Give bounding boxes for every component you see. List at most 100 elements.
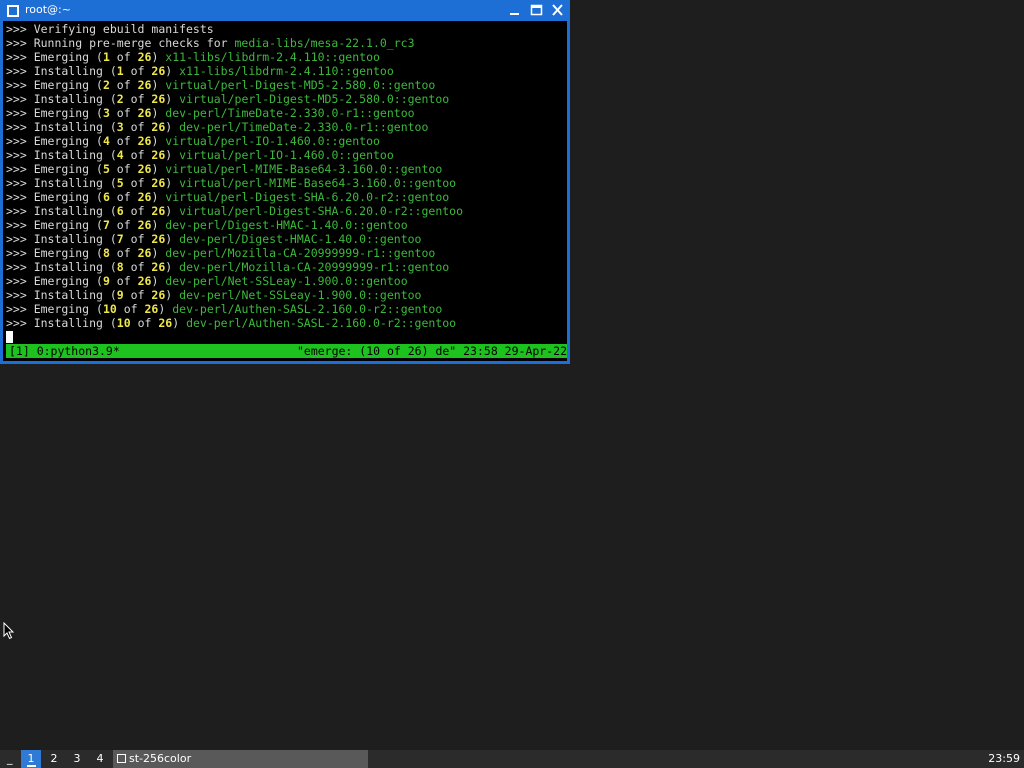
progress-number: 26 [151, 120, 166, 134]
output-text: of [109, 106, 138, 120]
output-text: ) [165, 148, 180, 162]
output-text: >>> Installing ( [6, 316, 117, 330]
output-text: ) [165, 288, 180, 302]
output-text: >>> Installing ( [6, 176, 117, 190]
output-text: of [123, 120, 152, 134]
terminal-output[interactable]: >>> Verifying ebuild manifests >>> Runnin… [3, 21, 567, 361]
output-text: >>> Emerging ( [6, 162, 103, 176]
terminal-line: >>> Installing (6 of 26) virtual/perl-Di… [6, 204, 463, 218]
start-menu-button[interactable]: _ [7, 752, 17, 766]
terminal-line: >>> Emerging (6 of 26) virtual/perl-Dige… [6, 190, 463, 204]
window-titlebar[interactable]: root@:~ [0, 0, 570, 21]
progress-number: 26 [151, 260, 166, 274]
workspace-2-button[interactable]: 2 [44, 750, 64, 768]
output-text: ) [151, 218, 166, 232]
tmux-status-bar: [1] 0:python3.9* "emerge: (10 of 26) de"… [6, 344, 567, 358]
terminal-line: >>> Installing (8 of 26) dev-perl/Mozill… [6, 260, 463, 274]
output-text: of [123, 64, 152, 78]
terminal-line: >>> Installing (7 of 26) dev-perl/Digest… [6, 232, 463, 246]
output-text: ) [172, 316, 187, 330]
progress-number: 26 [151, 176, 166, 190]
package-name: dev-perl/Authen-SASL-2.160.0-r2::gentoo [186, 316, 457, 330]
status-window-list: [1] 0:python3.9* [9, 344, 120, 358]
output-text: of [109, 246, 138, 260]
package-name: x11-libs/libdrm-2.4.110::gentoo [165, 50, 380, 64]
terminal-line: >>> Installing (3 of 26) dev-perl/TimeDa… [6, 120, 463, 134]
minimize-button[interactable] [507, 3, 523, 18]
terminal-line: >>> Emerging (9 of 26) dev-perl/Net-SSLe… [6, 274, 463, 288]
output-text: ) [151, 190, 166, 204]
close-button[interactable] [550, 3, 566, 18]
package-name: virtual/perl-Digest-SHA-6.20.0-r2::gento… [165, 190, 450, 204]
progress-number: 26 [158, 316, 173, 330]
window-menu-icon[interactable] [7, 5, 19, 17]
output-text: of [123, 92, 152, 106]
output-text: ) [165, 260, 180, 274]
terminal-line: >>> Installing (2 of 26) virtual/perl-Di… [6, 92, 463, 106]
workspace-3-button[interactable]: 3 [67, 750, 87, 768]
terminal-line: >>> Emerging (4 of 26) virtual/perl-IO-1… [6, 134, 463, 148]
maximize-icon [530, 4, 543, 16]
maximize-button[interactable] [529, 3, 545, 18]
progress-number: 6 [116, 204, 124, 218]
progress-number: 26 [151, 92, 166, 106]
progress-number: 26 [137, 50, 152, 64]
output-text: ) [165, 64, 180, 78]
window-icon [117, 754, 126, 763]
terminal-line: >>> Emerging (1 of 26) x11-libs/libdrm-2… [6, 50, 463, 64]
output-text: of [109, 190, 138, 204]
output-text: ) [165, 232, 180, 246]
output-text: of [109, 78, 138, 92]
terminal-cursor [6, 331, 13, 343]
output-text: >>> Installing ( [6, 288, 117, 302]
workspace-1-button[interactable]: 1 [21, 750, 41, 768]
workspace-4-button[interactable]: 4 [90, 750, 110, 768]
progress-number: 26 [151, 232, 166, 246]
terminal-line: >>> Installing (10 of 26) dev-perl/Authe… [6, 316, 463, 330]
taskbar: _ 1 2 3 4 st-256color 23:59 [0, 750, 1024, 768]
package-name: virtual/perl-MIME-Base64-3.160.0::gentoo [165, 162, 443, 176]
package-name: virtual/perl-IO-1.460.0::gentoo [179, 148, 394, 162]
progress-number: 5 [116, 176, 124, 190]
package-name: virtual/perl-Digest-MD5-2.580.0::gentoo [165, 78, 436, 92]
progress-number: 9 [116, 288, 124, 302]
progress-number: 26 [151, 148, 166, 162]
output-text: of [109, 50, 138, 64]
status-info: "emerge: (10 of 26) de" 23:58 29-Apr-22 [296, 344, 567, 358]
progress-number: 2 [102, 78, 110, 92]
output-text: of [109, 274, 138, 288]
terminal-line: >>> Emerging (5 of 26) virtual/perl-MIME… [6, 162, 463, 176]
output-text: ) [151, 106, 166, 120]
progress-number: 26 [151, 204, 166, 218]
output-text: of [123, 288, 152, 302]
progress-number: 10 [116, 316, 131, 330]
terminal-line: >>> Emerging (7 of 26) dev-perl/Digest-H… [6, 218, 463, 232]
progress-number: 26 [137, 78, 152, 92]
output-text: >>> Emerging ( [6, 302, 103, 316]
progress-number: 7 [116, 232, 124, 246]
package-name: dev-perl/TimeDate-2.330.0-r1::gentoo [179, 120, 429, 134]
progress-number: 10 [102, 302, 117, 316]
output-text: of [123, 204, 152, 218]
output-text: >>> Installing ( [6, 260, 117, 274]
output-text: of [123, 176, 152, 190]
output-text: >>> Installing ( [6, 232, 117, 246]
output-text: >>> Installing ( [6, 204, 117, 218]
output-text: >>> Emerging ( [6, 106, 103, 120]
taskbar-task-terminal[interactable]: st-256color [113, 750, 368, 768]
output-text: >>> Emerging ( [6, 274, 103, 288]
output-text: of [109, 134, 138, 148]
progress-number: 8 [116, 260, 124, 274]
progress-number: 6 [102, 190, 110, 204]
progress-number: 4 [102, 134, 110, 148]
output-text: ) [165, 204, 180, 218]
package-name: media-libs/mesa-22.1.0_rc3 [234, 36, 415, 50]
output-text: >>> Installing ( [6, 64, 117, 78]
progress-number: 26 [137, 134, 152, 148]
output-text: ) [151, 274, 166, 288]
terminal-line: >>> Emerging (10 of 26) dev-perl/Authen-… [6, 302, 463, 316]
terminal-line: >>> Installing (1 of 26) x11-libs/libdrm… [6, 64, 463, 78]
progress-number: 26 [137, 106, 152, 120]
terminal-window[interactable]: root@:~ >>> Verifying ebuild manifests >>… [0, 0, 570, 364]
progress-number: 26 [137, 190, 152, 204]
